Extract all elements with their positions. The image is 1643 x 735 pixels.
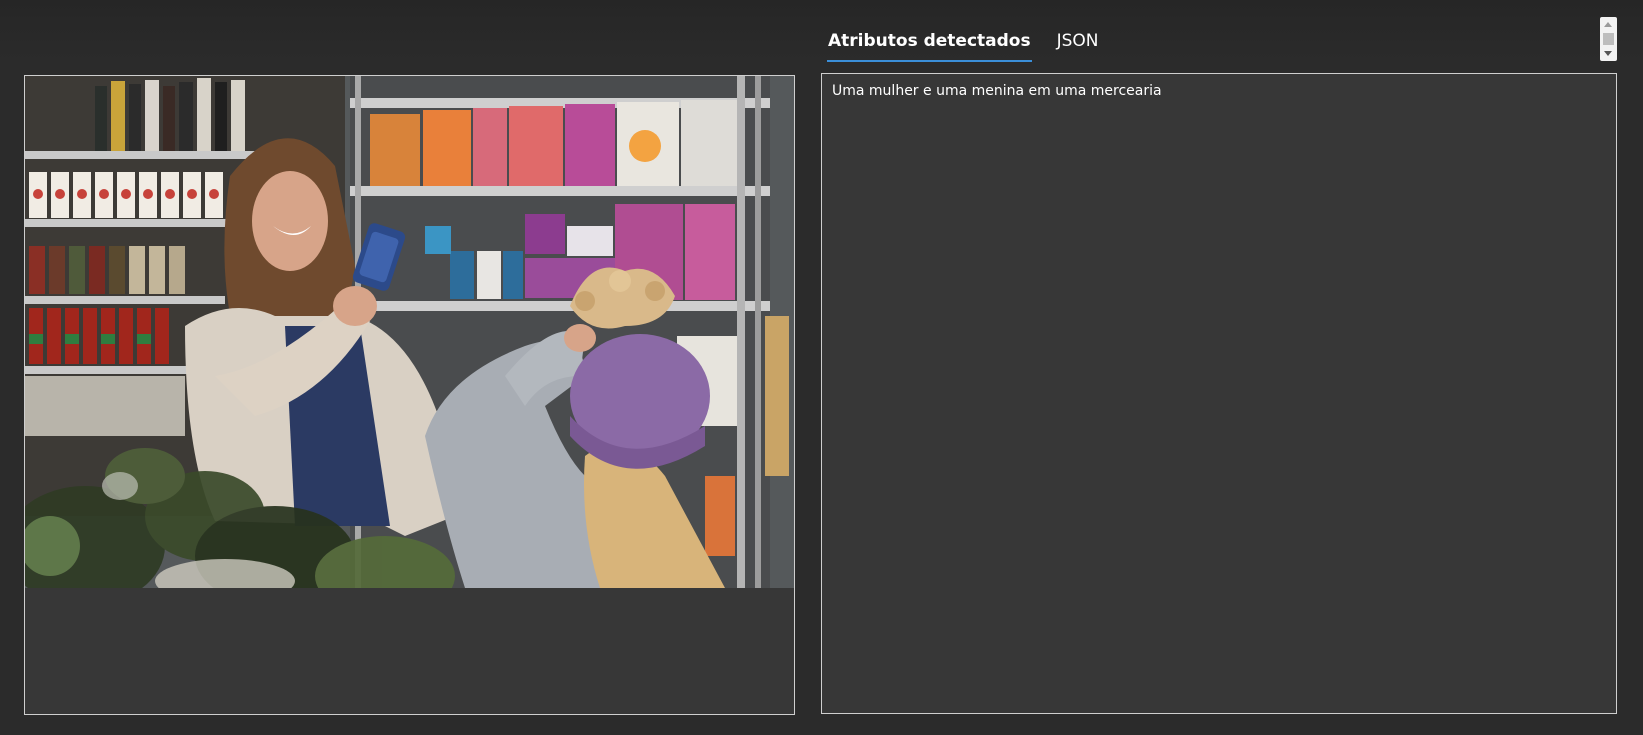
tab-detected-attributes[interactable]: Atributos detectados [827,24,1032,62]
image-caption: Uma mulher e uma menina em uma mercearia [832,83,1162,99]
tab-bar: Atributos detectados JSON [827,24,1100,62]
scroll-down-arrow-icon[interactable] [1604,51,1612,56]
analyzed-photo [25,76,794,588]
photo-illustration [25,76,794,588]
image-preview-panel [24,75,795,715]
app-window: Atributos detectados JSON Uma mulher e u… [0,0,1643,735]
scroll-thumb[interactable] [1603,33,1614,45]
scroll-up-arrow-icon[interactable] [1604,22,1612,27]
detected-attributes-panel: Uma mulher e uma menina em uma mercearia [821,73,1617,714]
tab-json[interactable]: JSON [1056,24,1100,62]
scrollbar[interactable] [1600,17,1617,61]
